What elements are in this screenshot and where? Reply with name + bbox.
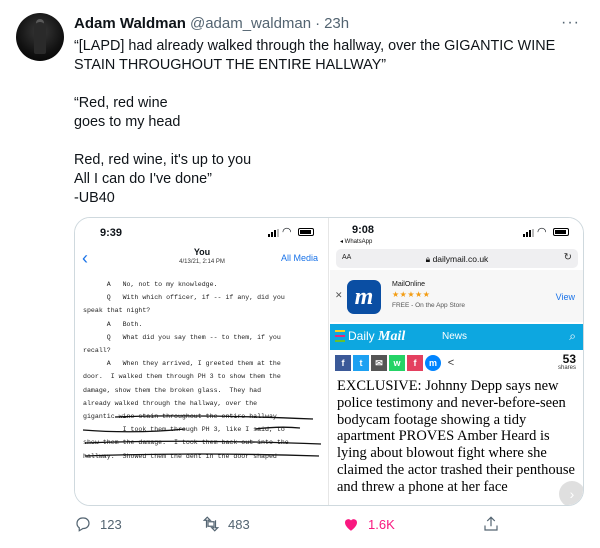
app-name: MailOnline <box>392 281 426 288</box>
signal-icon <box>523 229 534 237</box>
reply-button[interactable]: 123 <box>74 515 122 533</box>
transcript-line: already walked through the hallway, over… <box>83 399 258 407</box>
tweet-text-line: Red, red wine, it's up to you <box>74 152 252 168</box>
dailymail-logo[interactable]: Daily Mail <box>348 329 405 345</box>
share-icon <box>484 516 498 531</box>
app-store-banner: ✕ m MailOnline ★★★★★ FREE - On the App S… <box>330 270 583 322</box>
transcript-line: Q What did you say them -- to them, if y… <box>83 333 281 341</box>
transcript-screenshot[interactable]: 9:39 ◠ ‹ You 4/13/21, 2:14 PM All Media … <box>75 218 329 505</box>
tweet: Adam Waldman @adam_waldman · 23h ··· “[L… <box>0 0 600 548</box>
lock-icon: 🔒︎ <box>425 254 433 264</box>
transcript-line: Q With which officer, if -- if any, did … <box>83 294 285 302</box>
section-news[interactable]: News <box>442 331 467 342</box>
signal-icon <box>268 229 279 237</box>
messenger-share-icon[interactable]: m <box>425 355 441 371</box>
separator-dot: · <box>315 14 321 32</box>
tweet-text-line: “[LAPD] had already walked through the h… <box>74 38 556 73</box>
twitter-share-icon[interactable]: t <box>353 355 369 371</box>
status-time: 9:08 <box>352 224 375 236</box>
tweet-text-line: goes to my head <box>74 114 181 130</box>
tweet-text-line: -UB40 <box>74 190 115 206</box>
menu-icon[interactable] <box>335 330 345 344</box>
facebook-share-icon[interactable]: f <box>335 355 351 371</box>
shares-count: 53 <box>562 352 576 366</box>
whatsapp-share-icon[interactable]: w <box>389 355 405 371</box>
tweet-text-spacer <box>74 132 584 151</box>
tweet-actions: 123 483 1.6K <box>74 515 584 535</box>
status-time: 9:39 <box>100 227 123 239</box>
transcript-line: damage, show them the broken glass. They… <box>83 386 262 394</box>
author-name[interactable]: Adam Waldman <box>74 15 186 32</box>
url-text: 🔒︎ dailymail.co.uk <box>336 254 578 265</box>
all-media-link[interactable]: All Media <box>281 253 318 263</box>
tweet-header: Adam Waldman @adam_waldman · 23h <box>74 13 349 33</box>
share-tweet-button[interactable] <box>482 515 500 533</box>
retweet-button[interactable]: 483 <box>202 515 250 533</box>
media-gallery[interactable]: 9:39 ◠ ‹ You 4/13/21, 2:14 PM All Media … <box>74 217 584 506</box>
dailymail-screenshot[interactable]: 9:08 ◂ WhatsApp ◠ AA 🔒︎ dailymail.co.uk … <box>330 218 583 505</box>
share-icon[interactable]: < <box>443 355 459 371</box>
author-handle[interactable]: @adam_waldman <box>190 15 311 32</box>
close-icon[interactable]: ✕ <box>335 290 343 301</box>
transcript-line: show them the damage. I took them back o… <box>83 439 289 447</box>
wifi-icon: ◠ <box>537 226 547 238</box>
tweet-text-spacer <box>74 75 584 94</box>
shares-label: shares <box>557 365 576 371</box>
transcript-line: door. I walked them through PH 3 to show… <box>83 373 281 381</box>
search-icon[interactable]: ⌕ <box>569 329 576 344</box>
share-buttons: f t ✉ w f m < <box>335 355 459 371</box>
like-button[interactable]: 1.6K <box>342 515 395 533</box>
transcript-line: A When they arrived, I greeted them at t… <box>83 360 281 368</box>
app-subtitle: FREE - On the App Store <box>392 302 465 309</box>
retweet-count: 483 <box>228 516 250 532</box>
mailonline-app-icon: m <box>347 280 381 314</box>
wifi-icon: ◠ <box>282 226 292 238</box>
article-headline[interactable]: EXCLUSIVE: Johnny Depp says new police t… <box>337 378 581 496</box>
next-image-chevron-icon[interactable]: › <box>559 481 583 505</box>
tweet-text: “[LAPD] had already walked through the h… <box>74 37 584 208</box>
reload-icon[interactable]: ↻ <box>564 252 572 263</box>
retweet-icon <box>202 516 220 532</box>
url-domain: dailymail.co.uk <box>432 254 489 264</box>
transcript-line: A Both. <box>83 320 143 328</box>
address-bar[interactable]: AA 🔒︎ dailymail.co.uk ↻ <box>336 249 578 268</box>
email-share-icon[interactable]: ✉ <box>371 355 387 371</box>
transcript-line: A No, not to my knowledge. <box>83 281 218 288</box>
heart-icon <box>345 519 357 531</box>
transcript-line: speak that night? <box>83 307 151 315</box>
dailymail-header: Daily Mail News ⌕ <box>330 324 583 350</box>
avatar-figure-shape <box>34 22 46 54</box>
battery-icon <box>298 228 314 236</box>
view-button[interactable]: View <box>556 292 575 302</box>
transcript-line: gigantic wine stain throughout the entir… <box>83 413 281 421</box>
more-options-icon[interactable]: ··· <box>561 14 580 32</box>
transcript-line: hallway. Showed them the dent in the doo… <box>83 452 277 460</box>
flipboard-share-icon[interactable]: f <box>407 355 423 371</box>
tweet-time[interactable]: 23h <box>324 15 349 32</box>
reply-icon <box>76 517 90 532</box>
reply-count: 123 <box>100 516 122 532</box>
tweet-text-line: All I can do I've done” <box>74 171 212 187</box>
like-count: 1.6K <box>368 516 395 532</box>
star-rating: ★★★★★ <box>392 290 431 299</box>
tweet-text-line: “Red, red wine <box>74 95 168 111</box>
transcript-line: I took them through PH 3, like I said, t… <box>83 426 285 434</box>
author-avatar[interactable] <box>16 13 64 61</box>
back-to-whatsapp[interactable]: ◂ WhatsApp <box>340 238 372 245</box>
transcript-line: recall? <box>83 347 111 355</box>
battery-icon <box>553 228 569 236</box>
transcript-text: A No, not to my knowledge. Q With which … <box>83 278 328 463</box>
